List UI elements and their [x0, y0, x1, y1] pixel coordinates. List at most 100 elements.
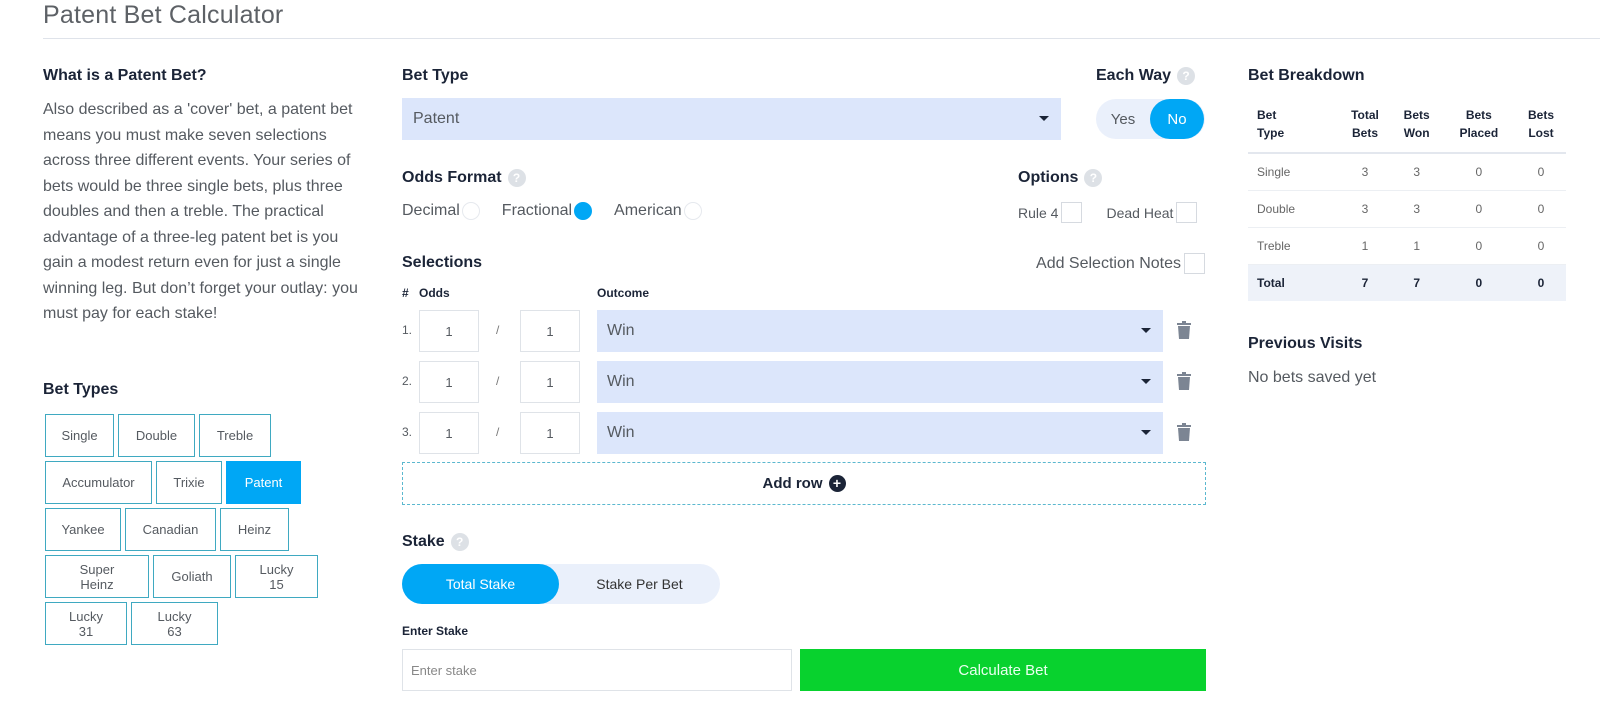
header-odds: Odds [419, 286, 450, 300]
radio-button[interactable] [683, 202, 702, 220]
cell-bets-won: 3 [1391, 190, 1442, 228]
bet-type-lucky-63[interactable]: Lucky 63 [131, 602, 218, 645]
radio-button-selected[interactable] [574, 202, 593, 220]
odds-format-american[interactable]: American [614, 202, 702, 220]
each-way-yes[interactable]: Yes [1096, 99, 1150, 139]
stake-label-text: Stake [402, 533, 445, 551]
odds-separator: / [496, 425, 500, 439]
row-number: 2. [402, 374, 413, 388]
odds-denominator-input[interactable]: 1 [520, 310, 580, 352]
odds-format-decimal[interactable]: Decimal [402, 202, 480, 220]
cell-bet-type: Treble [1248, 227, 1339, 265]
cell-bets-placed: 0 [1441, 153, 1516, 191]
odds-denominator-input[interactable]: 1 [520, 361, 580, 403]
trash-icon[interactable] [1177, 321, 1191, 339]
cell-total-bets: 1 [1338, 227, 1392, 265]
outcome-select[interactable]: Win [597, 412, 1163, 454]
cell-total-won: 7 [1391, 264, 1442, 301]
previous-visits-empty: No bets saved yet [1248, 369, 1377, 386]
plus-circle-icon: + [828, 475, 846, 492]
cell-total-lost: 0 [1516, 264, 1566, 301]
table-header-row: Bet Type Total Bets Bets Won Bets Placed Bet… [1248, 100, 1566, 154]
each-way-label: Each Way? [1096, 67, 1195, 85]
options-label-text: Options [1018, 169, 1079, 187]
enter-stake-label: Enter Stake [402, 624, 469, 638]
add-selection-notes[interactable]: Add Selection Notes [1036, 253, 1205, 274]
bet-type-goliath[interactable]: Goliath [153, 555, 231, 598]
bet-type-heinz[interactable]: Heinz [220, 508, 289, 551]
outcome-select[interactable]: Win [597, 361, 1163, 403]
table-total-row: Total 7 7 0 0 [1248, 264, 1566, 301]
stake-label: Stake? [402, 533, 469, 551]
bet-type-select[interactable]: Patent [402, 98, 1061, 140]
selection-notes-checkbox[interactable] [1184, 253, 1205, 274]
odds-denominator-input[interactable]: 1 [520, 412, 580, 454]
odds-numerator-input[interactable]: 1 [419, 412, 479, 454]
bet-types-row: Lucky 31 Lucky 63 [45, 602, 335, 645]
checkbox-label: Add Selection Notes [1036, 254, 1181, 272]
option-rule-4[interactable]: Rule 4 [1018, 202, 1083, 223]
add-row-label: Add row [762, 475, 823, 492]
radio-button[interactable] [461, 202, 480, 220]
cell-bet-type: Single [1248, 153, 1339, 191]
trash-icon[interactable] [1177, 423, 1191, 441]
bet-type-super-heinz[interactable]: Super Heinz [45, 555, 149, 598]
cell-total-label: Total [1248, 264, 1339, 301]
caret-down-icon [1141, 328, 1151, 333]
table-row: Double 3 3 0 0 [1248, 190, 1566, 228]
help-icon[interactable]: ? [1084, 169, 1103, 187]
selections-label: Selections [402, 254, 483, 271]
rule-4-checkbox[interactable] [1061, 202, 1083, 223]
title-divider [43, 38, 1600, 39]
bet-breakdown-table: Bet Type Total Bets Bets Won Bets Placed Bet… [1248, 100, 1566, 301]
help-icon[interactable]: ? [450, 533, 469, 551]
selections-header: # Odds Outcome [402, 286, 1202, 300]
header-total-bets: Total Bets [1338, 100, 1392, 154]
outcome-value: Win [607, 424, 635, 441]
bet-types-row: Accumulator Trixie Patent [45, 461, 335, 504]
outcome-select[interactable]: Win [597, 310, 1163, 352]
options-label: Options? [1018, 169, 1103, 187]
cell-bets-placed: 0 [1441, 227, 1516, 265]
bet-types-row: Super Heinz Goliath Lucky 15 [45, 555, 335, 598]
row-number: 1. [402, 323, 413, 337]
bet-types-row: Yankee Canadian Heinz [45, 508, 335, 551]
dead-heat-checkbox[interactable] [1176, 202, 1198, 223]
bet-type-yankee[interactable]: Yankee [45, 508, 121, 551]
page-title: Patent Bet Calculator [43, 1, 284, 29]
bet-type-single[interactable]: Single [45, 414, 114, 457]
each-way-no[interactable]: No [1150, 99, 1204, 139]
bet-type-lucky-31[interactable]: Lucky 31 [45, 602, 127, 645]
odds-format-fractional[interactable]: Fractional [502, 202, 593, 220]
odds-numerator-input[interactable]: 1 [419, 310, 479, 352]
about-heading: What is a Patent Bet? [43, 67, 207, 84]
stake-input[interactable] [402, 649, 792, 691]
cell-total-bets: 7 [1338, 264, 1392, 301]
help-icon[interactable]: ? [1177, 67, 1195, 85]
bet-type-canadian[interactable]: Canadian [125, 508, 216, 551]
stake-per-bet-option[interactable]: Stake Per Bet [559, 564, 720, 604]
cell-bet-type: Double [1248, 190, 1339, 228]
caret-down-icon [1141, 379, 1151, 384]
outcome-value: Win [607, 322, 635, 339]
bet-type-treble[interactable]: Treble [199, 414, 271, 457]
help-icon[interactable]: ? [507, 169, 526, 187]
odds-format-radios: Decimal Fractional American [402, 202, 724, 220]
header-bet-type: Bet Type [1248, 100, 1339, 154]
trash-icon[interactable] [1177, 372, 1191, 390]
bet-type-double[interactable]: Double [118, 414, 195, 457]
bet-type-trixie[interactable]: Trixie [156, 461, 222, 504]
bet-type-patent[interactable]: Patent [226, 461, 301, 504]
option-dead-heat[interactable]: Dead Heat [1106, 202, 1198, 223]
bet-type-accumulator[interactable]: Accumulator [45, 461, 152, 504]
selection-row: 1. 1 / 1 Win [402, 310, 1202, 352]
cell-bets-won: 1 [1391, 227, 1442, 265]
bet-type-lucky-15[interactable]: Lucky 15 [235, 555, 318, 598]
bet-types-heading: Bet Types [43, 381, 119, 398]
header-outcome: Outcome [597, 286, 650, 300]
odds-numerator-input[interactable]: 1 [419, 361, 479, 403]
calculate-bet-button[interactable]: Calculate Bet [800, 649, 1206, 691]
total-stake-option[interactable]: Total Stake [402, 564, 559, 604]
add-row-button[interactable]: Add row + [402, 462, 1206, 505]
header-hash: # [402, 286, 409, 300]
